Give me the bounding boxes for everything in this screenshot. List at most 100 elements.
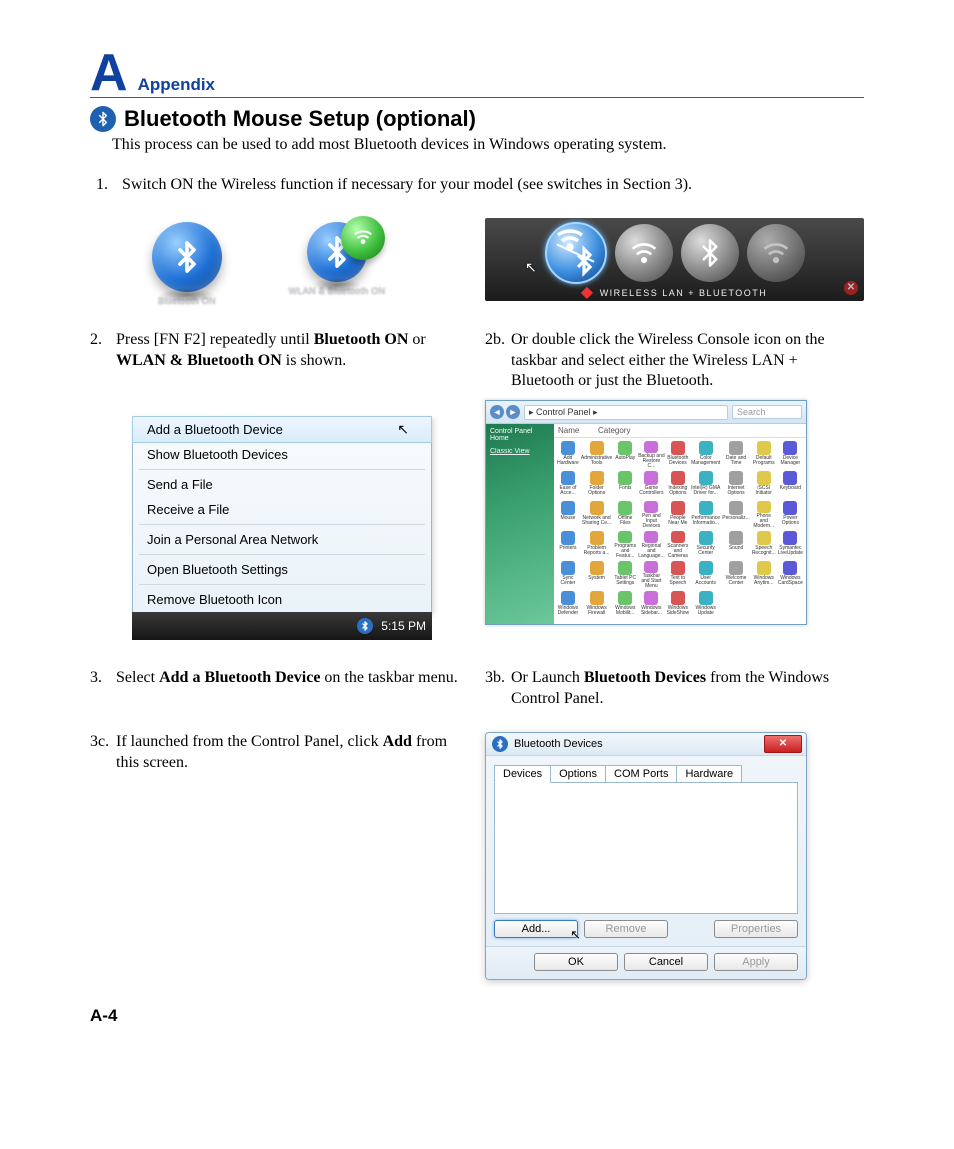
control-panel-item[interactable]: Problem Reports a...	[581, 531, 612, 559]
app-icon	[618, 531, 632, 543]
app-icon	[757, 561, 771, 575]
app-label: Mouse	[560, 516, 575, 521]
close-button[interactable]: ✕	[764, 735, 802, 753]
remove-button[interactable]: Remove	[584, 920, 668, 938]
control-panel-item[interactable]: Windows Defender	[557, 591, 579, 619]
control-panel-item[interactable]: Mouse	[557, 501, 579, 529]
control-panel-item[interactable]: Fonts	[614, 471, 636, 499]
menu-add-bluetooth-device[interactable]: Add a Bluetooth Device ↖	[132, 416, 432, 443]
cancel-button[interactable]: Cancel	[624, 953, 708, 971]
add-button[interactable]: Add... ↖	[494, 920, 578, 938]
app-label: Backup and Restore C...	[638, 454, 664, 469]
sidebar-classic-view[interactable]: Classic View	[490, 448, 550, 455]
control-panel-item[interactable]: Date and Time	[722, 441, 750, 469]
control-panel-item[interactable]: System	[581, 561, 612, 589]
control-panel-item[interactable]: Programs and Featur...	[614, 531, 636, 559]
section-intro: This process can be used to add most Blu…	[112, 136, 864, 154]
control-panel-item[interactable]: Windows CardSpace	[778, 561, 803, 589]
control-panel-item[interactable]: Offline Files	[614, 501, 636, 529]
control-panel-item[interactable]: Windows Firewall	[581, 591, 612, 619]
control-panel-item[interactable]: Bluetooth Devices	[667, 441, 690, 469]
control-panel-item[interactable]: Power Options	[778, 501, 803, 529]
app-label: Folder Options	[581, 486, 612, 496]
app-label: Bluetooth Devices	[667, 456, 690, 466]
control-panel-item[interactable]: Keyboard	[778, 471, 803, 499]
control-panel-item[interactable]: Backup and Restore C...	[638, 441, 664, 469]
tab-options[interactable]: Options	[550, 765, 606, 783]
step-2b-text: Or double click the Wireless Console ico…	[511, 330, 864, 392]
control-panel-item[interactable]: Game Controllers	[638, 471, 664, 499]
control-panel-titlebar: ◄ ► ▸ Control Panel ▸ Search	[486, 401, 806, 424]
app-icon	[671, 441, 685, 455]
menu-remove-icon[interactable]: Remove Bluetooth Icon	[133, 587, 431, 612]
menu-show-bluetooth-devices[interactable]: Show Bluetooth Devices	[133, 442, 431, 467]
control-panel-item[interactable]: iSCSI Initiator	[752, 471, 776, 499]
console-wlan-icon[interactable]	[615, 224, 673, 282]
control-panel-item[interactable]: Tablet PC Settings	[614, 561, 636, 589]
app-icon	[644, 501, 658, 513]
control-panel-item[interactable]: Taskbar and Start Menu	[638, 561, 664, 589]
control-panel-item[interactable]: Printers	[557, 531, 579, 559]
control-panel-item[interactable]: User Accounts	[691, 561, 720, 589]
control-panel-item[interactable]: Phone and Modem...	[752, 501, 776, 529]
nav-forward-icon[interactable]: ►	[506, 405, 520, 419]
control-panel-item[interactable]: Ease of Acce...	[557, 471, 579, 499]
tab-hardware[interactable]: Hardware	[676, 765, 742, 783]
nav-back-icon[interactable]: ◄	[490, 405, 504, 419]
menu-receive-file[interactable]: Receive a File	[133, 497, 431, 522]
console-off-icon[interactable]: ✕	[747, 224, 805, 282]
control-panel-item[interactable]: Text to Speech	[667, 561, 690, 589]
control-panel-item[interactable]: Security Center	[691, 531, 720, 559]
control-panel-item[interactable]: Windows Sidebar...	[638, 591, 664, 619]
control-panel-item[interactable]: Scanners and Cameras	[667, 531, 690, 559]
tab-com-ports[interactable]: COM Ports	[605, 765, 677, 783]
control-panel-item[interactable]: Device Manager	[778, 441, 803, 469]
control-panel-item[interactable]: Network and Sharing Ce...	[581, 501, 612, 529]
control-panel-item[interactable]: Personaliz...	[722, 501, 750, 529]
control-panel-item[interactable]: Speech Recognit...	[752, 531, 776, 559]
menu-send-file[interactable]: Send a File	[133, 472, 431, 497]
control-panel-item[interactable]: Internet Options	[722, 471, 750, 499]
control-panel-item[interactable]: Sync Center	[557, 561, 579, 589]
app-icon	[671, 561, 685, 575]
search-input[interactable]: Search	[732, 405, 802, 419]
app-icon	[783, 441, 797, 455]
tab-devices[interactable]: Devices	[494, 765, 551, 783]
app-label: Windows Firewall	[581, 606, 612, 616]
control-panel-item[interactable]: Folder Options	[581, 471, 612, 499]
menu-open-settings[interactable]: Open Bluetooth Settings	[133, 557, 431, 582]
device-list[interactable]	[494, 782, 798, 914]
step-1-num: 1.	[96, 176, 122, 194]
control-panel-item[interactable]: Welcome Center	[722, 561, 750, 589]
control-panel-item[interactable]: Pen and Input Devices	[638, 501, 664, 529]
control-panel-item[interactable]: Regional and Language...	[638, 531, 664, 559]
control-panel-item[interactable]: Intel(R) GMA Driver for...	[691, 471, 720, 499]
control-panel-item[interactable]: AutoPlay	[614, 441, 636, 469]
control-panel-item[interactable]: Windows Update	[691, 591, 720, 619]
control-panel-item[interactable]: Color Management	[691, 441, 720, 469]
console-wlan-bluetooth-icon[interactable]	[545, 222, 607, 284]
menu-join-pan[interactable]: Join a Personal Area Network	[133, 527, 431, 552]
control-panel-item[interactable]: Default Programs	[752, 441, 776, 469]
properties-button[interactable]: Properties	[714, 920, 798, 938]
control-panel-item[interactable]: Performance Informatio...	[691, 501, 720, 529]
console-bluetooth-icon[interactable]	[681, 224, 739, 282]
control-panel-item[interactable]: Add Hardware	[557, 441, 579, 469]
control-panel-item[interactable]: Windows SideShow	[667, 591, 690, 619]
apply-button[interactable]: Apply	[714, 953, 798, 971]
address-bar[interactable]: ▸ Control Panel ▸	[524, 405, 728, 420]
taskbar-bluetooth-icon[interactable]	[357, 618, 373, 634]
sidebar-home[interactable]: Control Panel Home	[490, 428, 550, 442]
app-label: Windows Anytim...	[752, 576, 776, 586]
ok-button[interactable]: OK	[534, 953, 618, 971]
control-panel-item[interactable]: Windows Mobilit...	[614, 591, 636, 619]
control-panel-item[interactable]: People Near Me	[667, 501, 690, 529]
app-icon	[644, 591, 658, 605]
app-label: Keyboard	[780, 486, 801, 491]
control-panel-item[interactable]: Administrative Tools	[581, 441, 612, 469]
control-panel-item[interactable]: Sound	[722, 531, 750, 559]
control-panel-item[interactable]: Indexing Options	[667, 471, 690, 499]
app-label: Network and Sharing Ce...	[581, 516, 612, 526]
control-panel-item[interactable]: Symantec LiveUpdate	[778, 531, 803, 559]
control-panel-item[interactable]: Windows Anytim...	[752, 561, 776, 589]
